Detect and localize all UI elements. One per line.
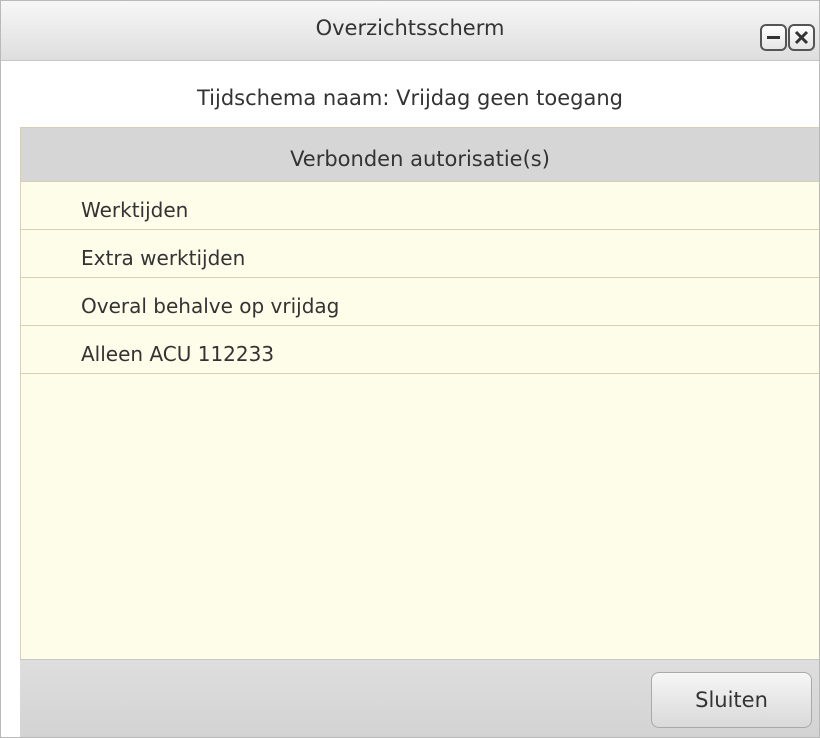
list-item[interactable]: Overal behalve op vrijdag: [21, 278, 819, 326]
title-bar[interactable]: Overzichtsscherm: [1, 1, 819, 61]
close-button[interactable]: Sluiten: [651, 672, 812, 728]
schedule-name: Tijdschema naam: Vrijdag geen toegang: [1, 61, 819, 127]
dialog-footer: Sluiten: [20, 659, 819, 737]
list-item[interactable]: Alleen ACU 112233: [21, 326, 819, 374]
left-margin: [1, 127, 20, 737]
linked-authorizations-list: Verbonden autorisatie(s) Werktijden Extr…: [20, 127, 819, 659]
list-item[interactable]: Werktijden: [21, 182, 819, 230]
overview-dialog: Overzichtsscherm Tijdschema naam: Vrijda…: [0, 0, 820, 738]
list-header: Verbonden autorisatie(s): [21, 127, 819, 182]
close-icon: [794, 30, 809, 45]
close-window-button[interactable]: [788, 24, 815, 51]
list-item[interactable]: Extra werktijden: [21, 230, 819, 278]
window-title: Overzichtsscherm: [315, 16, 505, 40]
minimize-button[interactable]: [760, 24, 787, 51]
minimize-icon: [767, 36, 780, 39]
